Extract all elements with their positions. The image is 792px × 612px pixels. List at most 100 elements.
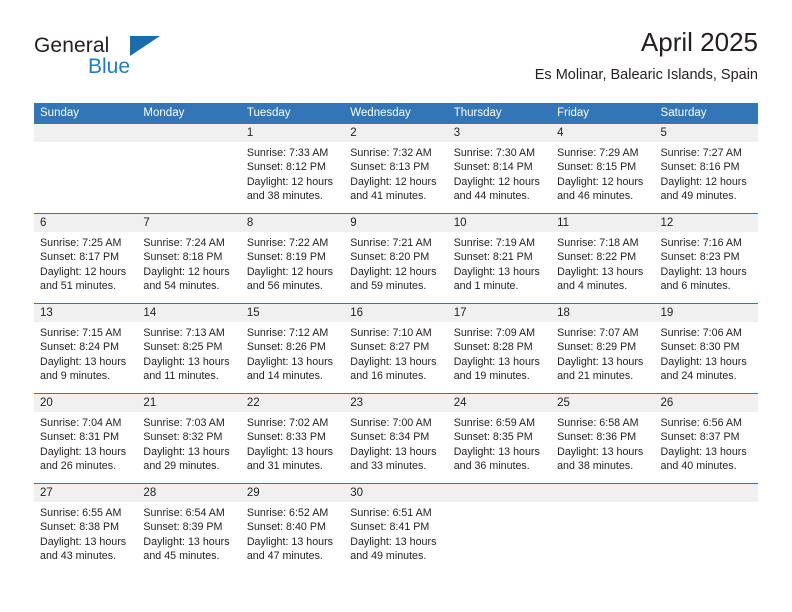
sunset-time: Sunset: 8:16 PM [660,161,740,174]
sunset-time: Sunset: 8:24 PM [40,341,120,354]
day-details: Sunrise: 7:24 AM Sunset: 8:18 PM Daylight:… [137,232,240,294]
date-band [654,484,758,502]
daylight-line-2: and 26 minutes. [40,460,117,473]
day-cell[interactable]: 5 Sunrise: 7:27 AM Sunset: 8:16 PM Daylight… [654,124,758,213]
date-number: 13 [40,307,53,319]
sunrise-time: Sunrise: 6:56 AM [660,417,742,429]
daylight-line-2: and 6 minutes. [660,280,731,293]
day-cell[interactable]: 16 Sunrise: 7:10 AM Sunset: 8:27 PM Dayligh… [344,304,448,393]
sunset-time: Sunset: 8:34 PM [350,431,430,444]
date-band: 2 [344,124,448,142]
sunset-time: Sunset: 8:22 PM [557,251,637,264]
date-number: 19 [660,307,674,319]
day-cell[interactable]: 6 Sunrise: 7:25 AM Sunset: 8:17 PM Daylight… [34,214,138,303]
daylight-line-2: and 51 minutes. [40,280,117,293]
daylight-line-2: and 16 minutes. [350,370,427,383]
day-cell[interactable]: 22 Sunrise: 7:02 AM Sunset: 8:33 PM Dayligh… [240,394,345,483]
weekday-header-thursday: Thursday [453,107,502,119]
date-number: 21 [143,397,157,409]
day-cell[interactable]: 7 Sunrise: 7:24 AM Sunset: 8:18 PM Daylight… [137,214,241,303]
day-cell[interactable]: 25 Sunrise: 6:58 AM Sunset: 8:36 PM Dayligh… [551,394,655,483]
day-cell-empty [447,484,552,574]
day-cell[interactable]: 15 Sunrise: 7:12 AM Sunset: 8:26 PM Dayligh… [240,304,345,393]
day-cell[interactable]: 19 Sunrise: 7:06 AM Sunset: 8:30 PM Dayligh… [654,304,758,393]
sunset-time: Sunset: 8:14 PM [453,161,533,174]
date-number: 22 [246,397,260,409]
date-band: 18 [551,304,655,322]
sunset-time: Sunset: 8:38 PM [40,521,120,534]
day-cell[interactable]: 4 Sunrise: 7:29 AM Sunset: 8:15 PM Daylight… [551,124,655,213]
day-cell[interactable]: 23 Sunrise: 7:00 AM Sunset: 8:34 PM Dayligh… [344,394,448,483]
date-number: 30 [350,487,364,499]
sunset-time: Sunset: 8:18 PM [143,251,223,264]
sunset-time: Sunset: 8:20 PM [350,251,430,264]
day-cell[interactable]: 2 Sunrise: 7:32 AM Sunset: 8:13 PM Daylight… [344,124,448,213]
date-number: 9 [350,217,357,229]
sunrise-time: Sunrise: 7:18 AM [557,237,639,249]
date-band: 12 [654,214,758,232]
daylight-line-1: Daylight: 13 hours [350,445,437,458]
week-row: 27 Sunrise: 6:55 AM Sunset: 8:38 PM Dayligh… [34,484,758,574]
date-band [137,124,241,142]
date-band [34,124,138,142]
day-cell[interactable]: 12 Sunrise: 7:16 AM Sunset: 8:23 PM Dayligh… [654,214,758,303]
day-cell[interactable]: 29 Sunrise: 6:52 AM Sunset: 8:40 PM Dayligh… [240,484,345,574]
day-cell[interactable]: 20 Sunrise: 7:04 AM Sunset: 8:31 PM Dayligh… [34,394,138,483]
day-cell[interactable]: 30 Sunrise: 6:51 AM Sunset: 8:41 PM Dayligh… [344,484,448,574]
weekday-header-tuesday: Tuesday [246,107,291,119]
date-band [447,484,552,502]
sunset-time: Sunset: 8:21 PM [453,251,533,264]
date-band: 4 [551,124,655,142]
day-details: Sunrise: 7:16 AM Sunset: 8:23 PM Daylight:… [655,232,758,294]
date-band: 28 [137,484,241,502]
daylight-line-1: Daylight: 13 hours [350,535,437,548]
day-cell[interactable]: 8 Sunrise: 7:22 AM Sunset: 8:19 PM Daylight… [240,214,345,303]
calendar-page: General Blue April 2025 Es Molinar, Bale… [0,0,792,612]
brand-logo[interactable]: General Blue [34,34,234,90]
day-cell[interactable]: 18 Sunrise: 7:07 AM Sunset: 8:29 PM Dayligh… [551,304,655,393]
day-details: Sunrise: 6:51 AM Sunset: 8:41 PM Daylight:… [344,502,447,564]
sunset-time: Sunset: 8:17 PM [40,251,120,264]
day-cell[interactable]: 3 Sunrise: 7:30 AM Sunset: 8:14 PM Daylight… [447,124,552,213]
sunrise-time: Sunrise: 7:16 AM [660,237,742,249]
day-details: Sunrise: 6:52 AM Sunset: 8:40 PM Daylight:… [241,502,344,564]
sunrise-time: Sunrise: 6:51 AM [350,507,432,519]
date-number: 15 [246,307,260,319]
day-cell[interactable]: 13 Sunrise: 7:15 AM Sunset: 8:24 PM Dayligh… [34,304,138,393]
date-band: 29 [240,484,345,502]
day-cell[interactable]: 10 Sunrise: 7:19 AM Sunset: 8:21 PM Dayligh… [447,214,552,303]
date-band: 7 [137,214,241,232]
daylight-line-2: and 40 minutes. [660,460,737,473]
sunset-time: Sunset: 8:28 PM [453,341,533,354]
day-cell[interactable]: 28 Sunrise: 6:54 AM Sunset: 8:39 PM Dayligh… [137,484,241,574]
sunset-time: Sunset: 8:23 PM [660,251,740,264]
day-cell[interactable]: 21 Sunrise: 7:03 AM Sunset: 8:32 PM Dayligh… [137,394,241,483]
day-details: Sunrise: 7:10 AM Sunset: 8:27 PM Daylight:… [344,322,447,384]
date-number: 18 [557,307,570,319]
daylight-line-2: and 19 minutes. [453,370,530,383]
date-number: 24 [453,397,467,409]
day-cell[interactable]: 9 Sunrise: 7:21 AM Sunset: 8:20 PM Daylight… [344,214,448,303]
date-number: 20 [40,397,53,409]
daylight-line-1: Daylight: 13 hours [660,445,747,458]
date-number: 29 [246,487,260,499]
daylight-line-1: Daylight: 13 hours [40,355,127,368]
day-details: Sunrise: 7:22 AM Sunset: 8:19 PM Daylight:… [241,232,344,294]
date-number: 12 [660,217,674,229]
date-band [551,484,655,502]
sunset-time: Sunset: 8:32 PM [143,431,223,444]
daylight-line-1: Daylight: 13 hours [350,355,437,368]
day-cell[interactable]: 1 Sunrise: 7:33 AM Sunset: 8:12 PM Daylight… [240,124,345,213]
day-cell[interactable]: 14 Sunrise: 7:13 AM Sunset: 8:25 PM Dayligh… [137,304,241,393]
daylight-line-2: and 45 minutes. [143,550,220,563]
day-cell[interactable]: 26 Sunrise: 6:56 AM Sunset: 8:37 PM Dayligh… [654,394,758,483]
day-cell[interactable]: 11 Sunrise: 7:18 AM Sunset: 8:22 PM Dayligh… [551,214,655,303]
day-cell-empty [654,484,758,574]
sunrise-time: Sunrise: 7:19 AM [453,237,536,249]
day-cell[interactable]: 17 Sunrise: 7:09 AM Sunset: 8:28 PM Dayligh… [447,304,552,393]
sunset-time: Sunset: 8:15 PM [557,161,637,174]
day-cell[interactable]: 27 Sunrise: 6:55 AM Sunset: 8:38 PM Dayligh… [34,484,138,574]
date-number: 23 [350,397,364,409]
day-cell[interactable]: 24 Sunrise: 6:59 AM Sunset: 8:35 PM Dayligh… [447,394,552,483]
daylight-line-1: Daylight: 13 hours [246,355,333,368]
